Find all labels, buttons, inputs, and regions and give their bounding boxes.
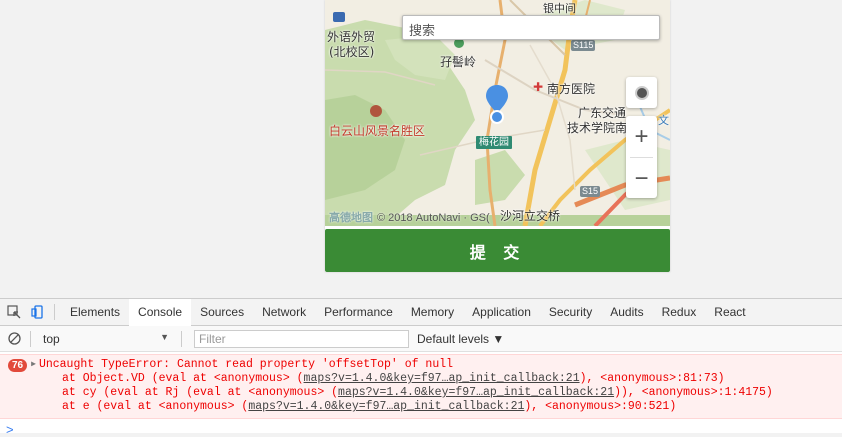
scenic-icon <box>370 105 382 117</box>
zoom-control: + − <box>626 116 657 198</box>
locate-icon <box>634 85 649 100</box>
zoom-out-button[interactable]: − <box>626 158 657 199</box>
map-label: (北校区) <box>329 45 375 59</box>
map-label: 银中间 <box>543 2 576 15</box>
expand-triangle-icon[interactable]: ▶ <box>31 358 36 372</box>
toolbar-divider <box>181 330 182 347</box>
stack-text: ), <anonymous>:81:73) <box>579 372 725 385</box>
inspect-element-icon[interactable] <box>4 302 24 322</box>
tab-network[interactable]: Network <box>253 299 315 326</box>
tab-elements[interactable]: Elements <box>61 299 129 326</box>
error-count-badge: 76 <box>8 358 28 372</box>
location-marker-icon <box>486 85 508 124</box>
tab-redux[interactable]: Redux <box>653 299 706 326</box>
clear-console-icon[interactable] <box>4 329 24 349</box>
stack-text: at cy (eval at Rj (eval at <anonymous> ( <box>62 386 339 399</box>
console-toolbar: top ▼ Filter Default levels ▼ <box>0 326 842 352</box>
tab-performance[interactable]: Performance <box>315 299 402 326</box>
tab-memory[interactable]: Memory <box>402 299 463 326</box>
error-text: Uncaught TypeError: Cannot read property… <box>38 358 454 371</box>
road-tag: S15 <box>580 186 601 197</box>
tab-console[interactable]: Console <box>129 298 192 326</box>
source-link[interactable]: maps?v=1.4.0&key=f97…ap_init_callback:21 <box>338 386 614 399</box>
tab-audits[interactable]: Audits <box>601 299 652 326</box>
tab-react[interactable]: React <box>705 299 754 326</box>
mobile-page: 银中间 外语外贸 (北校区) 孖髻岭 南方医院 广东交通 技术学院南 文 白云山… <box>325 0 670 272</box>
context-selector[interactable]: top ▼ <box>37 332 175 346</box>
road-tag: S115 <box>571 40 596 51</box>
school-icon <box>333 12 345 22</box>
amap-logo: 高德地图 <box>329 212 373 224</box>
toolbar-divider <box>54 304 55 320</box>
copyright-text: © 2018 AutoNavi · GS( <box>377 212 490 224</box>
source-link[interactable]: maps?v=1.4.0&key=f97…ap_init_callback:21 <box>304 372 580 385</box>
source-link[interactable]: maps?v=1.4.0&key=f97…ap_init_callback:21 <box>248 400 524 413</box>
map-view[interactable]: 银中间 外语外贸 (北校区) 孖髻岭 南方医院 广东交通 技术学院南 文 白云山… <box>325 0 670 226</box>
zoom-in-button[interactable]: + <box>626 116 657 157</box>
map-label: 白云山风景名胜区 <box>329 124 426 138</box>
stack-frame: at e (eval at <anonymous> (maps?v=1.4.0&… <box>8 400 842 414</box>
map-label: 技术学院南 <box>567 121 628 135</box>
dropdown-arrow-icon: ▼ <box>160 331 169 342</box>
map-label: 南方医院 <box>547 82 596 96</box>
devtools-tabbar: Elements Console Sources Network Perform… <box>0 298 842 326</box>
map-copyright: 高德地图 © 2018 AutoNavi · GS( <box>329 209 490 225</box>
stack-text: at e (eval at <anonymous> ( <box>62 400 249 413</box>
stack-text: )), <anonymous>:1:4175) <box>614 386 773 399</box>
console-error-message[interactable]: 76 ▶ Uncaught TypeError: Cannot read pro… <box>0 354 842 419</box>
stack-frame: at Object.VD (eval at <anonymous> (maps?… <box>8 372 842 386</box>
map-search-input[interactable]: 搜索 <box>402 15 660 40</box>
map-label: 文 <box>658 114 669 127</box>
hospital-icon: ✚ <box>533 80 544 94</box>
log-levels-dropdown[interactable]: Default levels ▼ <box>417 332 504 346</box>
metro-station-label: 梅花园 <box>476 136 512 149</box>
map-label: 沙河立交桥 <box>500 209 561 223</box>
map-label: 孖髻岭 <box>440 55 477 69</box>
stack-text: at Object.VD (eval at <anonymous> ( <box>62 372 304 385</box>
tab-application[interactable]: Application <box>463 299 540 326</box>
tab-security[interactable]: Security <box>540 299 601 326</box>
submit-button[interactable]: 提 交 <box>325 229 670 272</box>
tab-sources[interactable]: Sources <box>191 299 253 326</box>
console-filter-input[interactable]: Filter <box>194 329 409 348</box>
locate-button[interactable] <box>626 77 657 108</box>
stack-text: ), <anonymous>:90:521) <box>524 400 677 413</box>
devtools-panel: Elements Console Sources Network Perform… <box>0 298 842 437</box>
page-viewport: 银中间 外语外贸 (北校区) 孖髻岭 南方医院 广东交通 技术学院南 文 白云山… <box>0 0 842 298</box>
device-toolbar-icon[interactable] <box>28 302 48 322</box>
stack-frame: at cy (eval at Rj (eval at <anonymous> (… <box>8 386 842 400</box>
console-prompt[interactable]: > <box>0 422 842 437</box>
toolbar-divider <box>30 330 31 347</box>
context-value: top <box>43 331 60 346</box>
